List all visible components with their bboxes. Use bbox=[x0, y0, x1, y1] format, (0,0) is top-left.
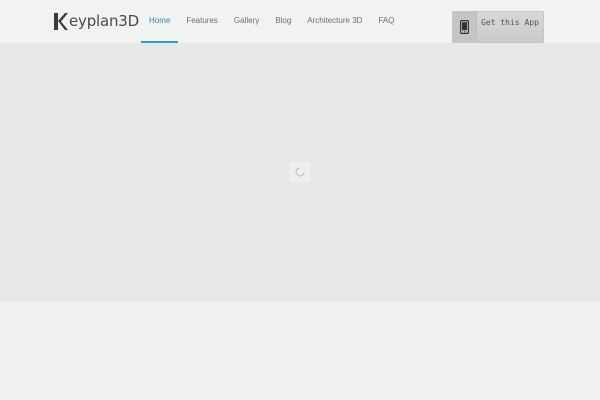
page: eyplan3D Home Features Gallery Blog Arch… bbox=[0, 0, 600, 400]
loader bbox=[290, 162, 310, 182]
loading-spinner-icon bbox=[295, 167, 305, 177]
site-logo[interactable]: eyplan3D bbox=[54, 10, 139, 32]
main-nav: Home Features Gallery Blog Architecture … bbox=[141, 0, 402, 43]
site-header: eyplan3D Home Features Gallery Blog Arch… bbox=[0, 0, 600, 43]
nav-item-home[interactable]: Home bbox=[141, 0, 179, 43]
nav-item-blog[interactable]: Blog bbox=[267, 0, 299, 43]
nav-item-gallery[interactable]: Gallery bbox=[226, 0, 267, 43]
get-app-button[interactable]: Get this App bbox=[452, 11, 544, 43]
logo-text: eyplan3D bbox=[69, 12, 139, 30]
k-letter-logo-icon bbox=[54, 12, 68, 30]
smartphone-icon bbox=[460, 20, 469, 34]
nav-item-features[interactable]: Features bbox=[178, 0, 226, 43]
nav-item-faq[interactable]: FAQ bbox=[370, 0, 402, 43]
get-app-label: Get this App bbox=[481, 18, 539, 27]
smartphone-icon-box bbox=[453, 12, 477, 42]
hero-slider bbox=[0, 43, 600, 302]
nav-item-architecture-3d[interactable]: Architecture 3D bbox=[299, 0, 370, 43]
